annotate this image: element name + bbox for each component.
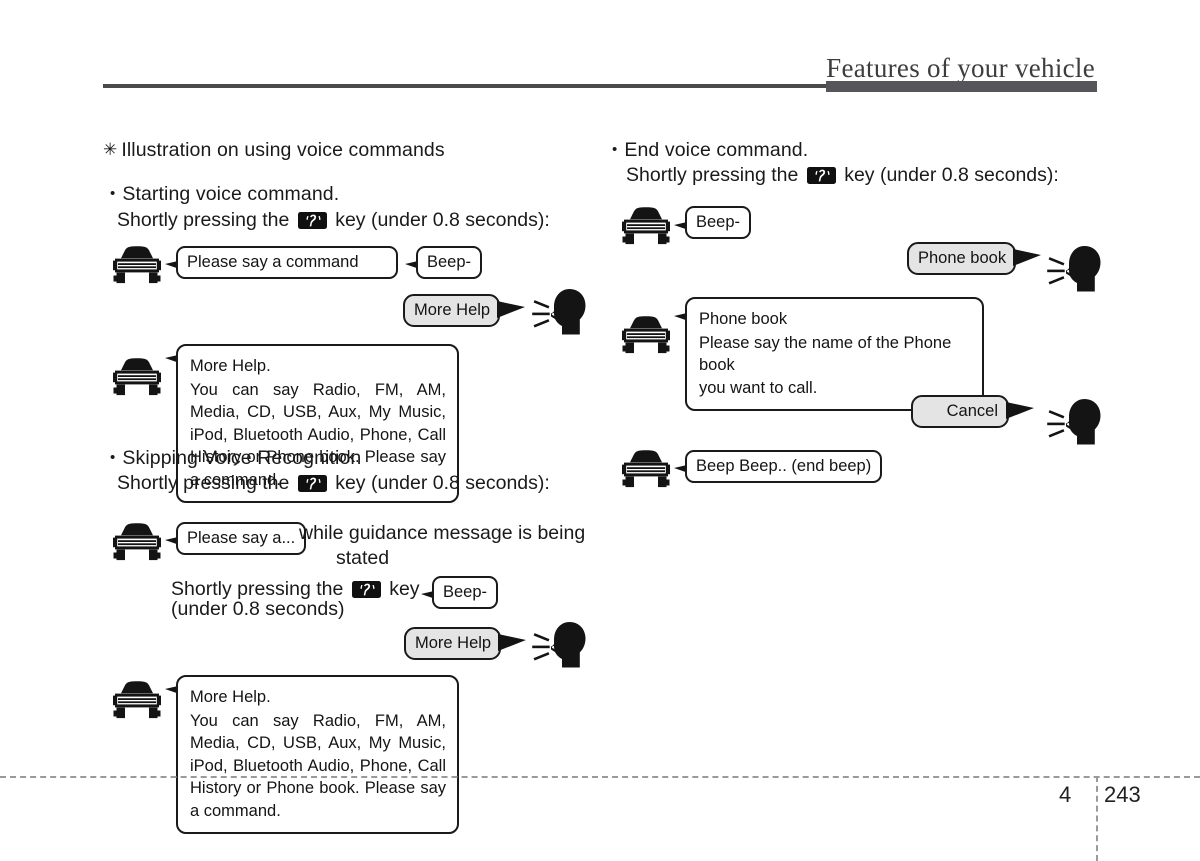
instruction-text-after: key	[389, 578, 420, 600]
footer-divider-vertical	[1096, 776, 1098, 861]
asterisk-icon: ✳	[103, 140, 118, 159]
footer-chapter-number: 4	[1059, 782, 1072, 807]
voice-recognition-key-icon	[351, 581, 381, 598]
voice-recognition-key-icon	[297, 212, 327, 229]
car-speech-bubble-beep: Beep-	[416, 246, 483, 279]
instruction-end-voice: Shortly pressing the key (under 0.8 seco…	[626, 164, 1059, 187]
instruction-text-after: key (under 0.8 seconds):	[844, 164, 1059, 186]
car-icon	[620, 449, 672, 494]
speaking-head-icon	[531, 620, 589, 677]
bullet-icon: •	[612, 141, 618, 158]
heading-starting-voice-command: • Starting voice command.	[110, 183, 339, 206]
instruction-text-before: Shortly pressing the	[626, 164, 799, 186]
bullet-icon: •	[110, 449, 116, 466]
bubble-tail	[1006, 402, 1034, 419]
heading-text: Skipping Voice Recognition	[122, 447, 362, 469]
side-note-line-1: while guidance message is being	[299, 522, 586, 544]
car-speech-bubble-more-help-details: More Help. You can say Radio, FM, AM, Me…	[176, 675, 459, 834]
car-speech-bubble-command: Please say a command	[176, 246, 398, 279]
bubble-title: Phone book	[699, 310, 788, 328]
car-icon	[111, 680, 163, 725]
section-title-illustration: ✳ Illustration on using voice commands	[103, 139, 445, 162]
page-title: Features of your vehicle	[826, 53, 1095, 83]
page-header: Features of your vehicle	[0, 0, 1200, 100]
section-title-text: Illustration on using voice commands	[121, 139, 445, 161]
instruction-starting: Shortly pressing the key (under 0.8 seco…	[117, 209, 550, 232]
bubble-title: More Help.	[190, 688, 271, 706]
heading-text: End voice command.	[624, 139, 809, 161]
user-speech-bubble-cancel: Cancel	[911, 395, 1009, 428]
instruction-skipping: Shortly pressing the key (under 0.8 seco…	[117, 472, 550, 495]
speaking-head-icon	[1046, 397, 1104, 454]
user-speech-bubble-phone-book: Phone book	[907, 242, 1016, 275]
car-speech-bubble-end-beep: Beep Beep.. (end beep)	[685, 450, 883, 483]
bubble-body: You can say Radio, FM, AM, Media, CD, US…	[190, 711, 446, 820]
bullet-icon: •	[110, 185, 116, 202]
user-speech-bubble-more-help: More Help	[403, 294, 500, 327]
header-rule-thick	[826, 81, 1097, 92]
instruction-text-before: Shortly pressing the	[117, 472, 290, 494]
car-icon	[111, 357, 163, 402]
bubble-title: More Help.	[190, 357, 271, 375]
bubble-body-line-1: Please say the name of the Phone book	[699, 333, 952, 375]
car-icon	[620, 315, 672, 360]
car-icon	[620, 206, 672, 251]
speaking-head-icon	[531, 287, 589, 344]
instruction-text-after: key (under 0.8 seconds):	[335, 472, 550, 494]
second-instruction-line-2: (under 0.8 seconds)	[171, 598, 345, 620]
car-speech-bubble-please-say: Please say a...	[176, 522, 307, 555]
bubble-tail	[498, 634, 526, 651]
header-rule-thin	[103, 84, 826, 88]
bubble-tail	[497, 301, 525, 318]
bubble-tail	[1013, 249, 1041, 266]
voice-recognition-key-icon	[806, 167, 836, 184]
footer-page-number: 243	[1104, 782, 1141, 807]
car-speech-bubble-phone-book-prompt: Phone book Please say the name of the Ph…	[685, 297, 984, 411]
car-speech-bubble-beep: Beep-	[685, 206, 752, 239]
instruction-text-after: key (under 0.8 seconds):	[335, 209, 550, 231]
heading-skipping-voice-recognition: • Skipping Voice Recognition	[110, 447, 361, 470]
car-speech-bubble-beep: Beep-	[432, 576, 499, 609]
side-note-line-2: stated	[336, 547, 390, 569]
instruction-text-before: Shortly pressing the	[171, 578, 344, 600]
car-icon	[111, 522, 163, 567]
heading-end-voice-command: • End voice command.	[612, 139, 808, 162]
heading-text: Starting voice command.	[122, 183, 340, 205]
voice-recognition-key-icon	[297, 475, 327, 492]
car-icon	[111, 245, 163, 290]
instruction-text-before: Shortly pressing the	[117, 209, 290, 231]
user-speech-bubble-more-help: More Help	[404, 627, 501, 660]
speaking-head-icon	[1046, 244, 1104, 301]
